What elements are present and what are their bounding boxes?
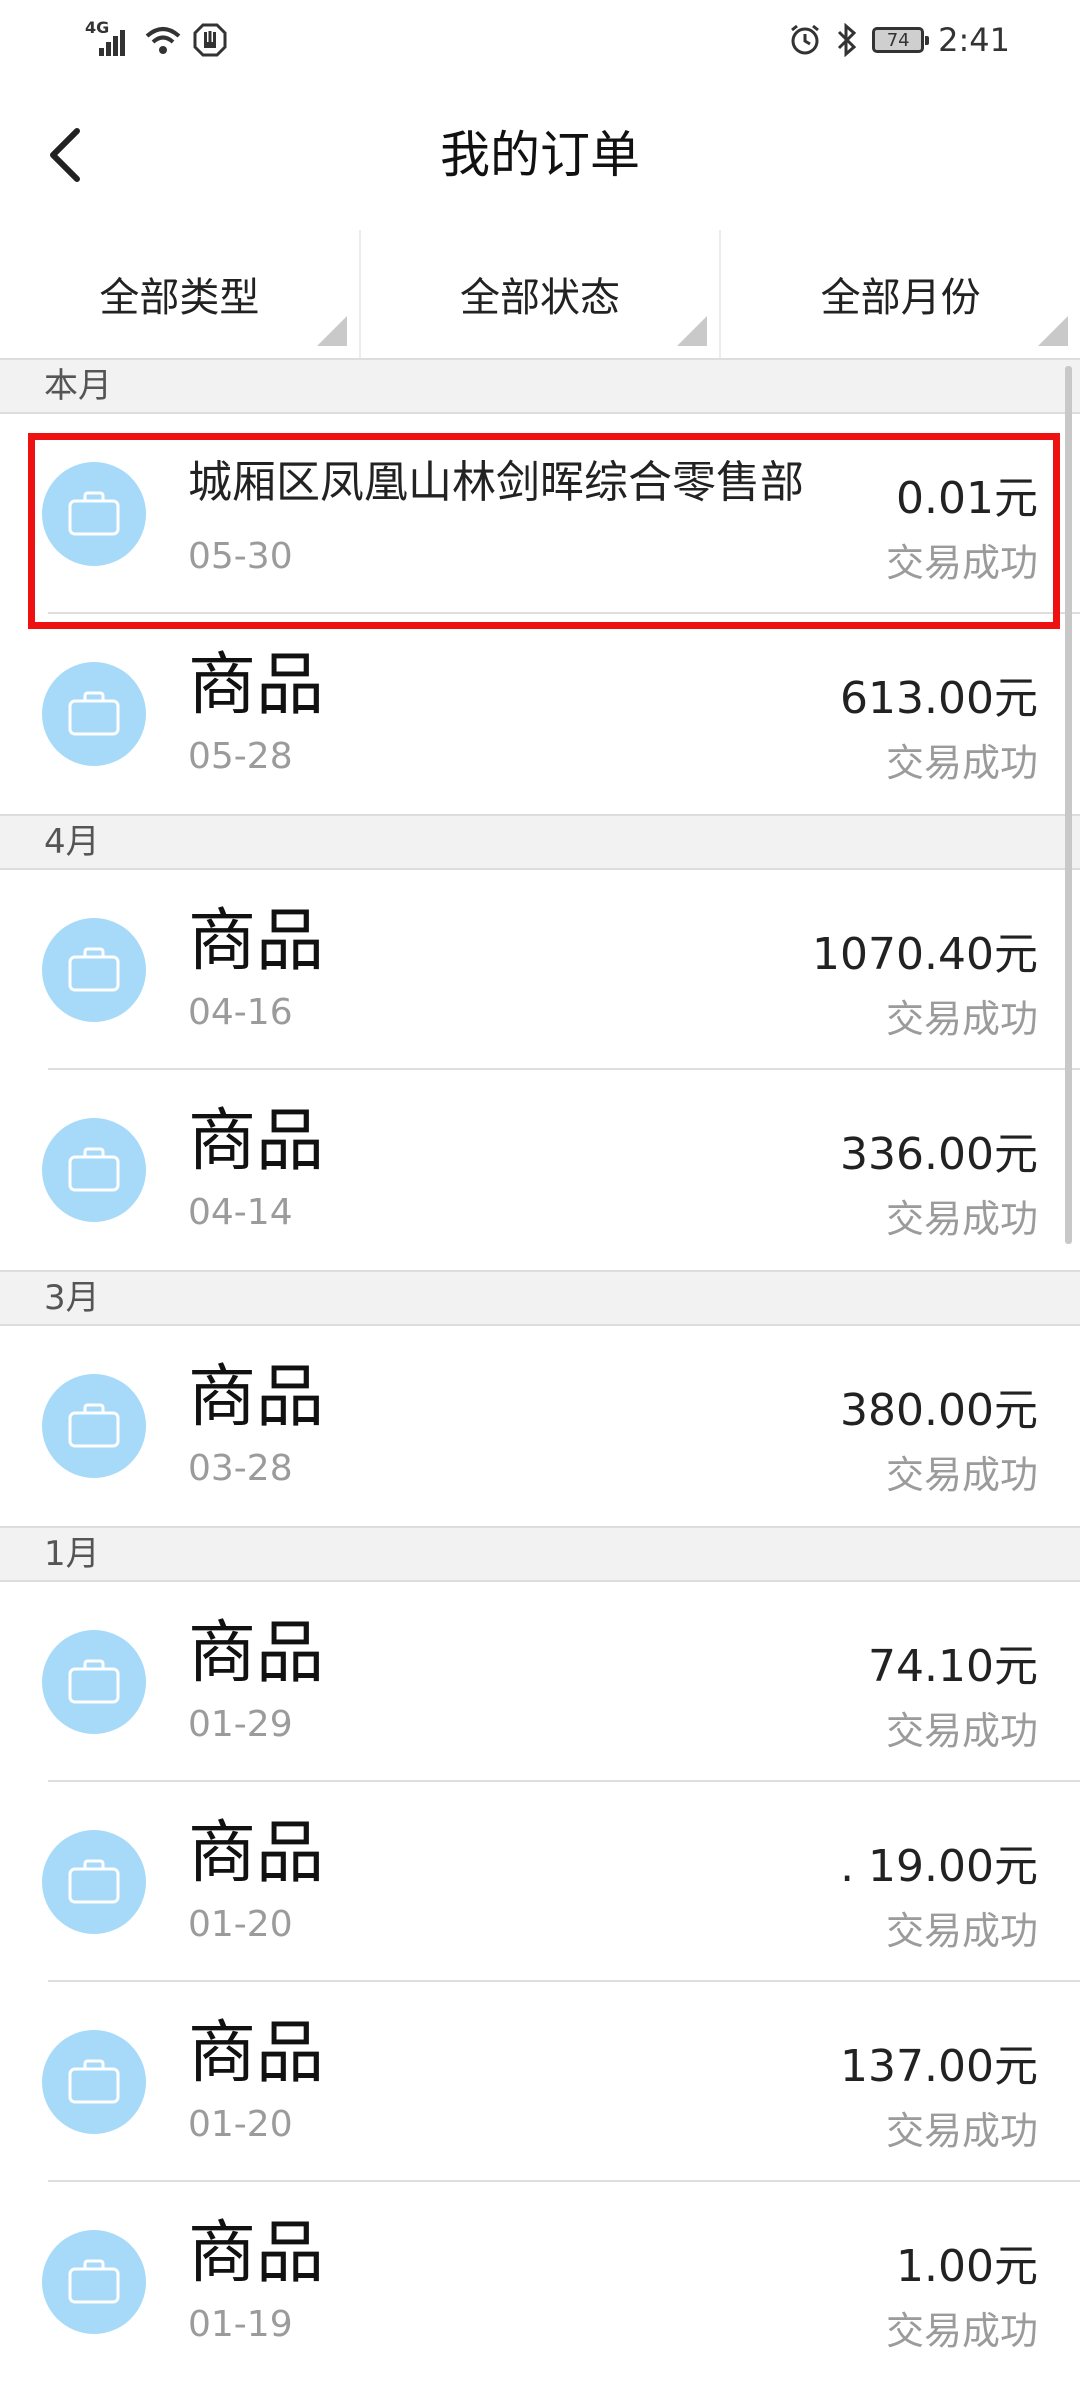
order-amount: 0.01元 [896,473,1038,524]
filter-month[interactable]: 全部月份 [719,230,1080,358]
order-amount: 1070.40元 [812,929,1038,980]
order-item[interactable]: 商品 01-20 137.00元 交易成功 [0,1982,1080,2182]
filter-status[interactable]: 全部状态 [358,230,720,358]
order-date: 04-14 [188,1192,293,1233]
order-name: 商品 [188,1814,325,1893]
order-amount: 1.00元 [896,2241,1038,2292]
shopping-bag-icon [42,662,146,766]
order-status: 交易成功 [885,1197,1038,1241]
order-amount: 336.00元 [840,1129,1038,1180]
order-date: 05-30 [188,536,293,577]
order-item[interactable]: 商品 05-28 613.00元 交易成功 [0,614,1080,814]
order-name: 商品 [188,1614,325,1693]
order-item[interactable]: 商品 01-29 74.10元 交易成功 [0,1582,1080,1782]
order-date: 01-19 [188,2304,293,2345]
alarm-icon [791,24,820,55]
order-list: 本月 城厢区凤凰山林剑晖综合零售部 05-30 0.01元 交易成功 商品 05… [0,358,1080,2382]
dropdown-corner-icon [1038,316,1069,346]
shopping-bag-icon [42,2230,146,2334]
shopping-bag-icon [42,1630,146,1734]
order-status: 交易成功 [885,741,1038,785]
section-header: 3月 [0,1270,1080,1326]
order-name: 商品 [188,2014,325,2093]
order-date: 01-29 [188,1704,293,1745]
shopping-bag-icon [42,2030,146,2134]
status-left: 4G [85,20,227,60]
status-right: 74 2:41 [788,18,1010,62]
bluetooth-icon [838,23,857,57]
order-amount: 613.00元 [840,673,1038,724]
order-date: 03-28 [188,1448,293,1489]
shopping-bag-icon [42,1830,146,1934]
order-name: 城厢区凤凰山林剑晖综合零售部 [188,457,804,508]
hand-stop-icon [193,23,227,57]
cellular-signal-icon: 4G [85,20,133,60]
dropdown-corner-icon [316,316,347,346]
shopping-bag-icon [42,1118,146,1222]
shopping-bag-icon [42,918,146,1022]
section-header: 4月 [0,814,1080,870]
order-name: 商品 [188,646,325,725]
filter-status-label: 全部状态 [460,275,620,321]
order-date: 01-20 [188,1904,293,1945]
order-item[interactable]: 商品 01-20 . 19.00元 交易成功 [0,1782,1080,1982]
order-item[interactable]: 商品 01-19 1.00元 交易成功 [0,2182,1080,2382]
order-item[interactable]: 商品 03-28 380.00元 交易成功 [0,1326,1080,1526]
order-amount: . 19.00元 [840,1841,1038,1892]
order-status: 交易成功 [885,997,1038,1041]
title-bar: 我的订单 [0,80,1080,230]
section-header: 本月 [0,358,1080,414]
section-header: 1月 [0,1526,1080,1582]
filter-bar: 全部类型 全部状态 全部月份 [0,230,1080,360]
filter-month-label: 全部月份 [820,275,981,321]
order-date: 01-20 [188,2104,293,2145]
battery-level: 74 [886,29,910,51]
wifi-icon [145,27,181,54]
order-name: 商品 [188,1358,325,1437]
order-date: 05-28 [188,736,293,777]
clock: 2:41 [938,21,1010,59]
order-item[interactable]: 商品 04-16 1070.40元 交易成功 [0,870,1080,1070]
chevron-left-icon [50,128,80,182]
order-name: 商品 [188,902,325,981]
status-bar: 4G 74 2:41 [0,0,1080,80]
filter-type-label: 全部类型 [99,275,260,321]
order-status: 交易成功 [885,2109,1038,2153]
filter-type[interactable]: 全部类型 [0,230,359,358]
page-title: 我的订单 [440,126,640,184]
shopping-bag-icon [42,1374,146,1478]
order-name: 商品 [188,2214,325,2293]
order-date: 04-16 [188,992,293,1033]
shopping-bag-icon [42,462,146,566]
order-status: 交易成功 [885,1709,1038,1753]
order-name: 商品 [188,1102,325,1181]
dropdown-corner-icon [677,316,708,346]
order-amount: 137.00元 [840,2041,1038,2092]
order-status: 交易成功 [885,541,1038,585]
order-item[interactable]: 城厢区凤凰山林剑晖综合零售部 05-30 0.01元 交易成功 [0,414,1080,614]
order-status: 交易成功 [885,1909,1038,1953]
order-item[interactable]: 商品 04-14 336.00元 交易成功 [0,1070,1080,1270]
battery-icon: 74 [872,27,930,53]
scrollbar[interactable] [1065,366,1072,1244]
back-button[interactable] [30,115,100,195]
order-status: 交易成功 [885,2309,1038,2353]
order-amount: 74.10元 [868,1641,1038,1692]
order-status: 交易成功 [885,1453,1038,1497]
order-amount: 380.00元 [840,1385,1038,1436]
